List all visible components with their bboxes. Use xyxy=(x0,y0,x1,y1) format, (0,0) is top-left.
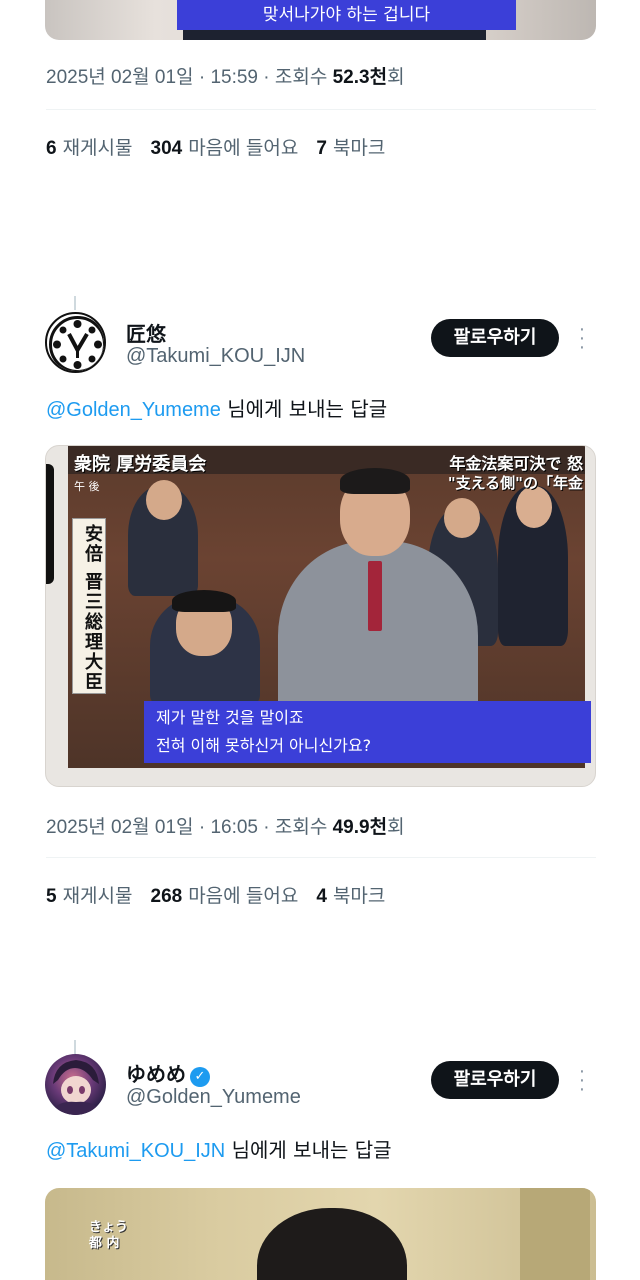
image-person-head xyxy=(257,1208,407,1280)
foreground-person-hair xyxy=(172,590,236,612)
broadcast-headline: 年金法案可決で 怒 xyxy=(449,454,583,473)
user-handle[interactable]: @Takumi_KOU_IJN xyxy=(126,345,305,368)
reposts-label: 재게시물 xyxy=(62,138,133,159)
more-vertical-icon[interactable]: · · · xyxy=(574,1061,590,1099)
tweet-date[interactable]: 2025년 02월 01일 xyxy=(46,67,194,88)
reposts-count: 6 xyxy=(46,138,57,159)
follow-button[interactable]: 팔로우하기 xyxy=(431,319,559,357)
background-person-head xyxy=(146,480,182,520)
image-background-panel xyxy=(520,1188,590,1280)
avatar[interactable] xyxy=(45,312,106,373)
image-subtitle: 맞서나가야 하는 겁니다 xyxy=(177,0,516,30)
bookmarks-count: 7 xyxy=(316,138,327,159)
tweet-meta: 2025년 02월 01일 · 15:59 · 조회수 52.3천회 xyxy=(46,62,405,89)
speaker-hair xyxy=(340,468,410,494)
views-count: 52.3천 xyxy=(332,67,388,88)
reposts-label: 재게시물 xyxy=(62,886,133,907)
replying-to: @Golden_Yumeme 님에게 보내는 답글 xyxy=(46,393,387,422)
reposts-stat[interactable]: 6 재게시물 xyxy=(46,138,133,159)
tweet-stats: 6 재게시물 304 마음에 들어요 7 북마크 xyxy=(46,133,385,160)
anime-avatar-icon xyxy=(51,1060,101,1115)
display-name-text: ゆめめ xyxy=(126,1062,186,1086)
image-dark-strip xyxy=(183,30,486,40)
display-name[interactable]: 匠悠 xyxy=(126,318,166,347)
broadcast-time-label: 午 後 xyxy=(74,480,100,493)
reply-to-text: 님에게 보내는 답글 xyxy=(225,1138,392,1162)
broadcast-label-line: きょう xyxy=(89,1220,129,1235)
meta-separator: · xyxy=(193,817,211,838)
mention-link[interactable]: @Golden_Yumeme xyxy=(46,399,221,421)
views-label: 조회수 xyxy=(274,67,328,88)
broadcast-subheadline: "支える側"の「年金 xyxy=(447,474,583,492)
avatar[interactable] xyxy=(45,1054,106,1115)
views-suffix: 회 xyxy=(387,67,405,88)
reposts-count: 5 xyxy=(46,886,57,907)
broadcast-location-label: きょう 都 内 xyxy=(89,1220,128,1252)
more-vertical-icon[interactable]: · · · xyxy=(574,319,590,357)
tweet-date[interactable]: 2025년 02월 01일 xyxy=(46,817,194,838)
bookmarks-label: 북마크 xyxy=(332,138,386,159)
divider xyxy=(46,857,596,858)
subtitle-line: 제가 말한 것을 말이죠 xyxy=(156,708,304,727)
divider xyxy=(46,109,596,110)
image-subtitle: 제가 말한 것을 말이죠 전혀 이해 못하신거 아니신가요? xyxy=(144,701,591,763)
mention-link[interactable]: @Takumi_KOU_IJN xyxy=(46,1140,225,1162)
bookmarks-stat[interactable]: 4 북마크 xyxy=(316,886,385,907)
tweet-media-image[interactable]: 맞서나가야 하는 겁니다 xyxy=(45,0,596,40)
meta-separator: · xyxy=(193,67,211,88)
likes-stat[interactable]: 304 마음에 들어요 xyxy=(151,138,299,159)
likes-label: 마음에 들어요 xyxy=(188,886,299,907)
likes-count: 268 xyxy=(150,886,183,907)
tweet-time[interactable]: 16:05 xyxy=(210,817,258,838)
follow-button[interactable]: 팔로우하기 xyxy=(431,1061,559,1099)
meta-separator: · xyxy=(257,67,275,88)
phone-edge xyxy=(46,464,54,584)
subtitle-line: 전혀 이해 못하신거 아니신가요? xyxy=(156,736,372,755)
views-count: 49.9천 xyxy=(332,817,388,838)
views-suffix: 회 xyxy=(387,817,405,838)
bookmarks-label: 북마크 xyxy=(332,886,386,907)
tweet-stats: 5 재게시물 268 마음에 들어요 4 북마크 xyxy=(46,881,385,908)
replying-to: @Takumi_KOU_IJN 님에게 보내는 답글 xyxy=(46,1134,392,1163)
clock-avatar-icon xyxy=(49,316,104,371)
broadcast-title: 衆院 厚労委員会 xyxy=(74,454,207,475)
views-label: 조회수 xyxy=(274,817,328,838)
reply-to-text: 님에게 보내는 답글 xyxy=(220,397,388,421)
thread-connector xyxy=(74,296,76,310)
reposts-stat[interactable]: 5 재게시물 xyxy=(46,886,133,907)
background-person-head xyxy=(444,498,480,538)
display-name[interactable]: ゆめめ ✓ xyxy=(126,1058,210,1087)
verified-badge-icon: ✓ xyxy=(190,1067,210,1087)
tweet-meta: 2025년 02월 01일 · 16:05 · 조회수 49.9천회 xyxy=(46,812,405,839)
tweet-media-image[interactable]: 衆院 厚労委員会 午 後 年金法案可決で 怒 "支える側"の「年金 安倍 晋三総… xyxy=(45,445,596,787)
meta-separator: · xyxy=(257,817,275,838)
likes-stat[interactable]: 268 마음에 들어요 xyxy=(151,886,299,907)
thread-connector xyxy=(74,1040,76,1054)
tweet-time[interactable]: 15:59 xyxy=(210,67,258,88)
tweet-media-image[interactable]: きょう 都 内 xyxy=(45,1188,596,1280)
bookmarks-count: 4 xyxy=(316,886,327,907)
broadcast-label-line: 都 内 xyxy=(89,1236,120,1251)
speaker-tie xyxy=(368,561,382,631)
user-handle[interactable]: @Golden_Yumeme xyxy=(126,1086,301,1109)
likes-count: 304 xyxy=(150,138,183,159)
bookmarks-stat[interactable]: 7 북마크 xyxy=(316,138,385,159)
likes-label: 마음에 들어요 xyxy=(188,138,299,159)
name-plate: 安倍 晋三総理大臣 xyxy=(72,518,106,694)
